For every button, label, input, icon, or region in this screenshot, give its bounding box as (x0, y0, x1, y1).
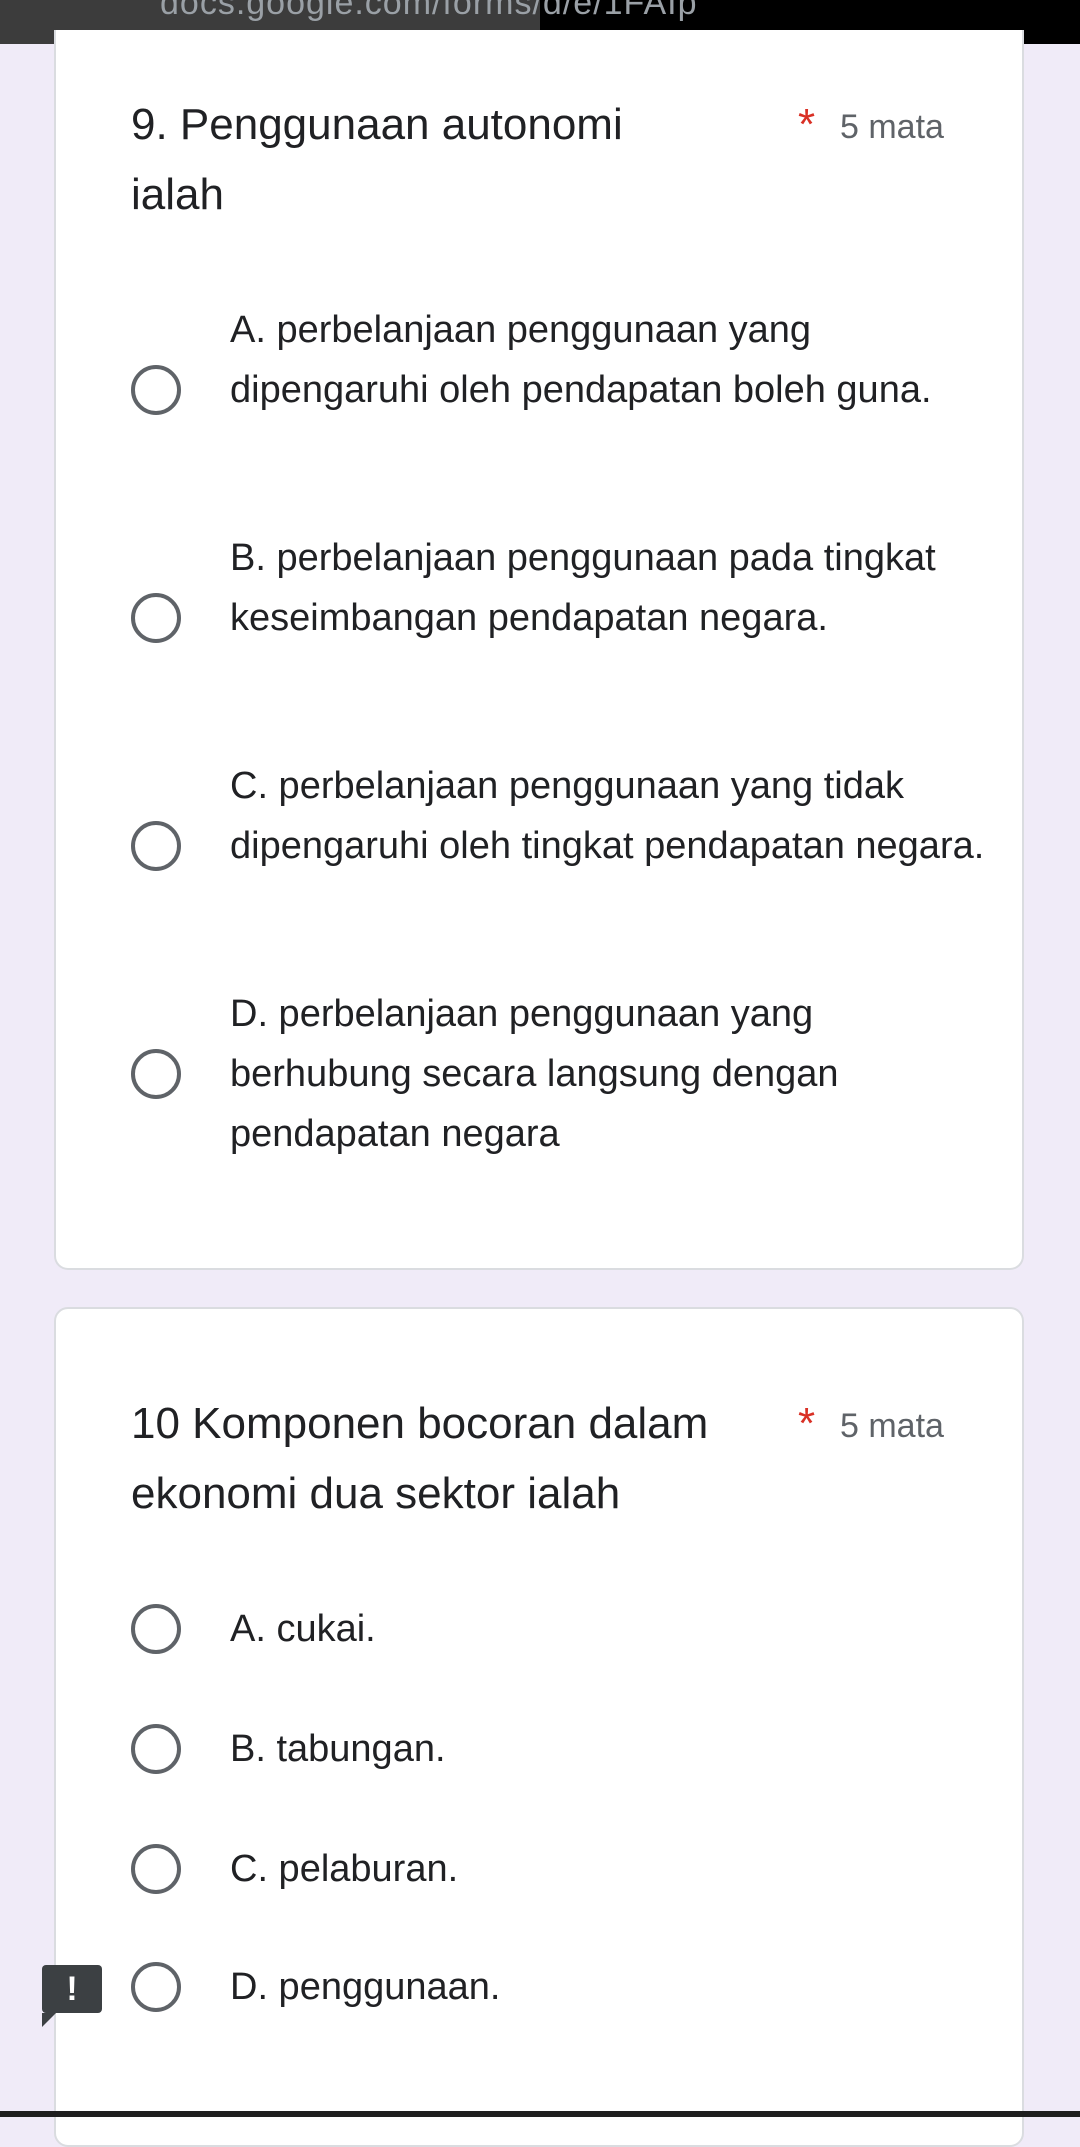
option-label: B. tabungan. (230, 1728, 446, 1770)
option-label: D. perbelanjaan penggunaan yang berhubun… (230, 993, 839, 1155)
option-b[interactable]: B. tabungan. (131, 1719, 991, 1779)
option-label: C. perbelanjaan penggunaan yang tidak di… (230, 765, 985, 867)
question-title-continued: ekonomi dua sektor ialah (131, 1469, 621, 1518)
option-a[interactable]: A. cukai. (131, 1599, 991, 1659)
option-c[interactable]: C. perbelanjaan penggunaan yang tidak di… (131, 756, 991, 936)
alert-icon[interactable]: ! (42, 1965, 102, 2027)
question-card-9: 9. Penggunaan autonomi * 5 mata ialah A.… (54, 30, 1024, 1270)
required-asterisk: * (798, 1399, 816, 1448)
question-title: 10 Komponen bocoran dalam (131, 1399, 709, 1448)
bottom-edge (0, 2111, 1080, 2117)
points-label: 5 mata (840, 1407, 944, 1445)
radio-button[interactable] (131, 593, 181, 643)
radio-button[interactable] (131, 365, 181, 415)
radio-button[interactable] (131, 1604, 181, 1654)
option-label: A. cukai. (230, 1608, 376, 1650)
option-label: C. pelaburan. (230, 1848, 459, 1890)
option-d[interactable]: D. penggunaan. (131, 1957, 991, 2017)
option-b[interactable]: B. perbelanjaan penggunaan pada tingkat … (131, 528, 991, 708)
question-title: 9. Penggunaan autonomi (131, 100, 623, 149)
radio-button[interactable] (131, 1962, 181, 2012)
radio-button[interactable] (131, 1724, 181, 1774)
radio-button[interactable] (131, 821, 181, 871)
option-d[interactable]: D. perbelanjaan penggunaan yang berhubun… (131, 984, 991, 1164)
question-card-10: 10 Komponen bocoran dalam * 5 mata ekono… (54, 1307, 1024, 2147)
option-a[interactable]: A. perbelanjaan penggunaan yang dipengar… (131, 300, 991, 480)
option-label: A. perbelanjaan penggunaan yang dipengar… (230, 309, 932, 411)
radio-button[interactable] (131, 1049, 181, 1099)
option-label: B. perbelanjaan penggunaan pada tingkat … (230, 537, 936, 639)
radio-button[interactable] (131, 1844, 181, 1894)
question-title-continued: ialah (131, 170, 224, 219)
option-c[interactable]: C. pelaburan. (131, 1839, 991, 1899)
option-label: D. penggunaan. (230, 1966, 501, 2008)
url-text: docs.google.com/forms/d/e/1FAIp (160, 0, 698, 22)
points-label: 5 mata (840, 108, 944, 146)
required-asterisk: * (798, 100, 816, 149)
